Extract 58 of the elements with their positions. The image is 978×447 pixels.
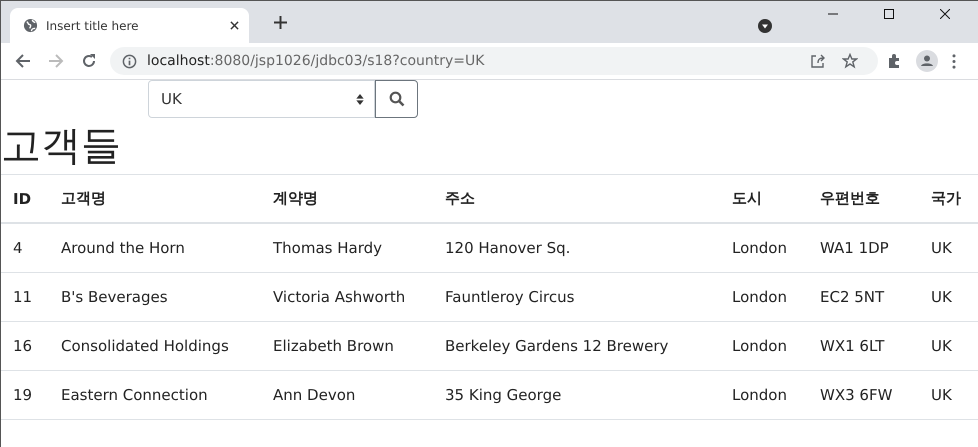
table-cell: 16 [1,322,49,370]
table-cell: WX1 6LT [808,322,919,370]
maximize-icon[interactable] [884,9,894,19]
table-cell: UK [919,272,978,322]
table-cell: London [720,322,808,370]
table-cell: London [720,272,808,322]
close-icon[interactable] [940,9,950,19]
search-icon [388,91,404,107]
table-cell: Around the Horn [49,223,261,272]
table-cell: WA1 1DP [808,223,919,272]
table-cell: WX3 6FW [808,370,919,420]
puzzle-icon[interactable] [886,53,902,69]
profile-icon[interactable] [916,50,938,72]
table-cell: UK [919,370,978,420]
table-cell: Consolidated Holdings [49,322,261,370]
url-text: localhost:8080/jsp1026/jdbc03/s18?country=UK [147,53,484,69]
table-cell: Thomas Hardy [261,223,433,272]
tab-search-icon[interactable] [758,19,772,33]
table-cell: London [720,223,808,272]
column-header: 고객명 [49,174,261,223]
table-cell: Eastern Connection [49,370,261,420]
column-header: ID [1,174,49,223]
close-icon[interactable] [230,21,239,30]
page-heading: 고객들 [1,122,122,171]
table-cell: London [720,370,808,420]
menu-icon[interactable] [952,54,956,68]
address-bar[interactable]: localhost:8080/jsp1026/jdbc03/s18?country=UK [110,47,878,75]
table-cell: 120 Hanover Sq. [433,223,720,272]
table-cell: UK [919,223,978,272]
table-cell: 11 [1,272,49,322]
table-cell: Elizabeth Brown [261,322,433,370]
table-cell: EC2 5NT [808,272,919,322]
table-cell: 35 King George [433,370,720,420]
reload-icon[interactable] [81,53,97,69]
tab-title: Insert title here [46,18,140,32]
sort-arrows-icon [356,94,364,104]
star-icon[interactable] [842,53,858,69]
back-icon[interactable] [15,53,31,69]
column-header: 계약명 [261,174,433,223]
column-header: 국가 [919,174,978,223]
table-cell: UK [919,322,978,370]
table-cell: Fauntleroy Circus [433,272,720,322]
table-cell: Berkeley Gardens 12 Brewery [433,322,720,370]
column-header: 도시 [720,174,808,223]
table-cell: 19 [1,370,49,420]
column-header: 주소 [433,174,720,223]
column-header: 우편번호 [808,174,919,223]
info-icon [122,54,137,68]
globe-icon [23,18,38,33]
new-tab-icon[interactable] [274,16,287,29]
table-cell: Ann Devon [261,370,433,420]
search-button[interactable] [375,80,418,118]
table-cell: Victoria Ashworth [261,272,433,322]
table-cell: B's Beverages [49,272,261,322]
share-icon[interactable] [810,53,826,69]
country-select[interactable]: UK [148,80,375,118]
table-cell: 4 [1,223,49,272]
browser-tab[interactable]: Insert title here [10,8,249,43]
